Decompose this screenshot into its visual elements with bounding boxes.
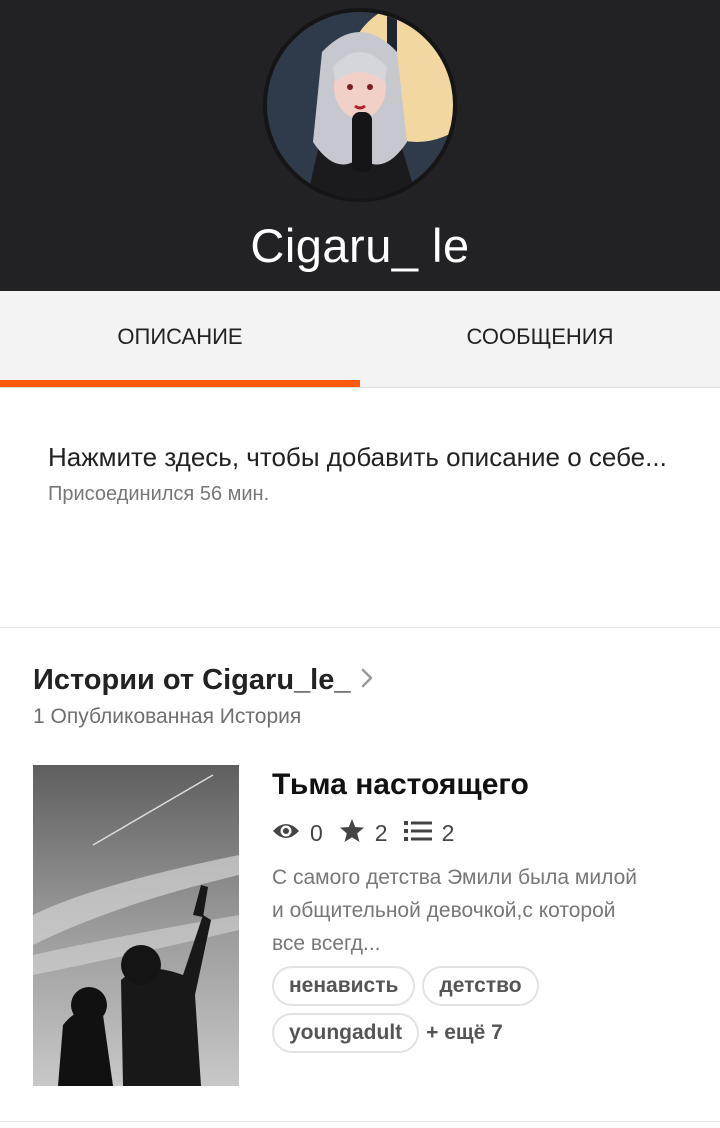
views-count: 0	[310, 820, 323, 846]
tag-chip[interactable]: детство	[422, 966, 539, 1006]
story-card[interactable]: Тьма настоящего 0 2 2 С самого детства Э…	[33, 765, 687, 1089]
parts-stat: 2	[403, 820, 455, 848]
tag-chip[interactable]: youngadult	[272, 1013, 420, 1053]
story-title[interactable]: Тьма настоящего	[272, 768, 692, 802]
profile-username: Cigaru_ le	[250, 219, 470, 272]
star-icon	[339, 818, 375, 849]
add-description-prompt[interactable]: Нажмите здесь, чтобы добавить описание о…	[48, 438, 668, 477]
story-info: Тьма настоящего 0 2 2 С самого детства Э…	[272, 765, 692, 1060]
tag-chip[interactable]: ненависть	[272, 966, 416, 1006]
story-tags: ненависть детство youngadult + ещё 7	[272, 966, 672, 1060]
story-stats: 0 2 2	[272, 818, 692, 849]
stories-section: Истории от Cigaru_le_ 1 Опубликованная И…	[0, 628, 720, 1089]
stories-heading[interactable]: Истории от Cigaru_le_	[33, 664, 687, 697]
stories-heading-label: Истории от Cigaru_le_	[33, 664, 351, 696]
eye-icon	[272, 820, 310, 847]
story-cover[interactable]	[33, 765, 239, 1086]
avatar[interactable]	[263, 8, 457, 202]
tab-description[interactable]: ОПИСАНИЕ	[0, 291, 360, 387]
story-synopsis: С самого детства Эмили была милой и общи…	[272, 866, 637, 955]
chevron-right-icon	[360, 664, 374, 697]
views-stat: 0	[272, 820, 323, 847]
tab-messages[interactable]: СООБЩЕНИЯ	[360, 291, 720, 387]
list-icon	[403, 820, 442, 848]
about-section: Нажмите здесь, чтобы добавить описание о…	[0, 388, 720, 628]
profile-header: Cigaru_ le	[0, 0, 720, 291]
parts-count: 2	[441, 820, 455, 846]
stories-count: 1 Опубликованная История	[33, 705, 302, 728]
votes-stat: 2	[339, 818, 388, 849]
section-divider	[0, 1121, 720, 1122]
joined-text: Присоединился 56 мин.	[48, 483, 270, 505]
profile-tabs: ОПИСАНИЕ СООБЩЕНИЯ	[0, 291, 720, 388]
votes-count: 2	[374, 820, 388, 846]
more-tags-link[interactable]: + ещё 7	[426, 1013, 503, 1053]
